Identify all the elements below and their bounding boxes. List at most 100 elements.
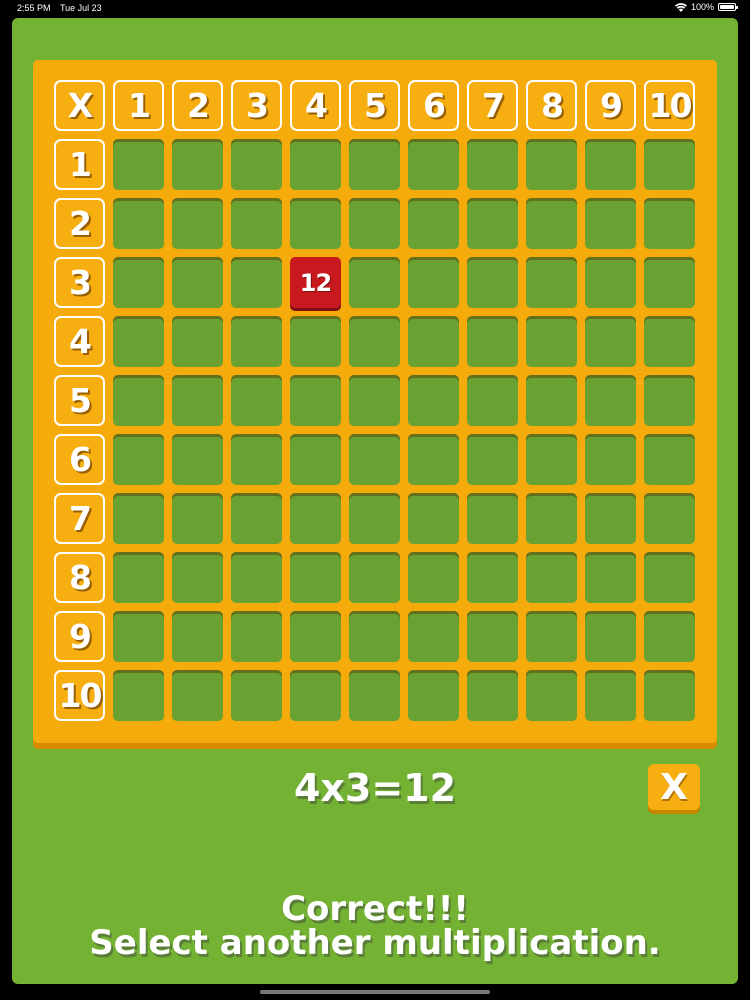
grid-slot[interactable] xyxy=(231,493,282,544)
grid-slot[interactable] xyxy=(172,434,223,485)
grid-slot[interactable] xyxy=(349,552,400,603)
grid-slot[interactable] xyxy=(585,375,636,426)
grid-slot[interactable] xyxy=(172,493,223,544)
grid-slot[interactable] xyxy=(644,316,695,367)
grid-slot[interactable] xyxy=(349,493,400,544)
grid-slot[interactable] xyxy=(526,493,577,544)
grid-slot[interactable] xyxy=(467,257,518,308)
grid-slot[interactable] xyxy=(349,434,400,485)
close-button[interactable]: X xyxy=(648,764,700,810)
grid-slot[interactable] xyxy=(349,611,400,662)
grid-slot[interactable] xyxy=(231,670,282,721)
grid-slot[interactable] xyxy=(644,611,695,662)
grid-slot[interactable] xyxy=(231,434,282,485)
grid-slot[interactable] xyxy=(113,493,164,544)
grid-slot[interactable] xyxy=(113,316,164,367)
grid-slot[interactable] xyxy=(172,139,223,190)
grid-slot[interactable] xyxy=(644,434,695,485)
grid-slot[interactable] xyxy=(585,552,636,603)
grid-slot[interactable] xyxy=(408,257,459,308)
grid-slot[interactable] xyxy=(113,198,164,249)
grid-slot[interactable] xyxy=(231,375,282,426)
grid-slot[interactable] xyxy=(231,257,282,308)
grid-slot[interactable] xyxy=(290,493,341,544)
grid-slot[interactable] xyxy=(526,198,577,249)
grid-slot[interactable] xyxy=(467,139,518,190)
grid-slot[interactable] xyxy=(644,670,695,721)
grid-slot[interactable] xyxy=(467,552,518,603)
grid-slot[interactable] xyxy=(172,611,223,662)
grid-slot[interactable] xyxy=(172,198,223,249)
grid-slot[interactable] xyxy=(526,611,577,662)
grid-slot[interactable] xyxy=(113,670,164,721)
grid-slot[interactable] xyxy=(290,434,341,485)
grid-slot[interactable] xyxy=(408,493,459,544)
grid-slot[interactable] xyxy=(172,257,223,308)
grid-slot[interactable] xyxy=(290,375,341,426)
grid-slot[interactable] xyxy=(467,493,518,544)
grid-slot[interactable] xyxy=(349,670,400,721)
grid-slot[interactable] xyxy=(408,375,459,426)
grid-slot[interactable] xyxy=(113,552,164,603)
grid-slot[interactable] xyxy=(585,198,636,249)
grid-slot[interactable] xyxy=(290,198,341,249)
grid-slot[interactable] xyxy=(644,375,695,426)
grid-slot[interactable] xyxy=(113,434,164,485)
grid-slot[interactable] xyxy=(408,198,459,249)
grid-slot[interactable] xyxy=(408,611,459,662)
grid-slot[interactable] xyxy=(585,139,636,190)
grid-slot[interactable] xyxy=(644,198,695,249)
grid-slot[interactable] xyxy=(644,139,695,190)
grid-slot[interactable] xyxy=(526,139,577,190)
grid-slot[interactable] xyxy=(585,611,636,662)
grid-slot[interactable] xyxy=(526,316,577,367)
grid-slot[interactable] xyxy=(467,434,518,485)
grid-slot[interactable] xyxy=(408,139,459,190)
grid-slot[interactable] xyxy=(526,434,577,485)
grid-slot[interactable] xyxy=(585,316,636,367)
grid-slot[interactable] xyxy=(467,670,518,721)
grid-slot[interactable] xyxy=(349,316,400,367)
grid-slot[interactable] xyxy=(526,670,577,721)
grid-slot[interactable] xyxy=(113,257,164,308)
grid-slot[interactable] xyxy=(467,375,518,426)
grid-slot[interactable] xyxy=(231,316,282,367)
grid-slot[interactable] xyxy=(408,552,459,603)
grid-slot[interactable] xyxy=(467,198,518,249)
grid-slot[interactable] xyxy=(172,670,223,721)
grid-slot[interactable] xyxy=(585,434,636,485)
grid-slot[interactable] xyxy=(290,316,341,367)
grid-slot[interactable] xyxy=(231,198,282,249)
grid-slot[interactable] xyxy=(467,316,518,367)
grid-slot[interactable] xyxy=(526,257,577,308)
grid-slot[interactable] xyxy=(644,493,695,544)
grid-slot[interactable] xyxy=(349,375,400,426)
grid-slot[interactable] xyxy=(113,611,164,662)
grid-slot[interactable] xyxy=(644,257,695,308)
grid-slot[interactable] xyxy=(644,552,695,603)
grid-slot[interactable] xyxy=(290,670,341,721)
grid-slot[interactable] xyxy=(290,552,341,603)
grid-slot[interactable] xyxy=(113,139,164,190)
grid-slot[interactable] xyxy=(172,552,223,603)
grid-slot[interactable] xyxy=(467,611,518,662)
grid-slot[interactable] xyxy=(408,434,459,485)
grid-slot[interactable] xyxy=(408,670,459,721)
answer-tile[interactable]: 12 xyxy=(290,257,341,308)
grid-slot[interactable] xyxy=(349,139,400,190)
grid-slot[interactable] xyxy=(290,139,341,190)
grid-slot[interactable] xyxy=(408,316,459,367)
grid-slot[interactable] xyxy=(526,375,577,426)
grid-slot[interactable] xyxy=(231,552,282,603)
grid-slot[interactable] xyxy=(585,670,636,721)
grid-slot[interactable] xyxy=(172,316,223,367)
grid-slot[interactable] xyxy=(231,139,282,190)
grid-slot[interactable] xyxy=(231,611,282,662)
grid-slot[interactable] xyxy=(349,198,400,249)
grid-slot[interactable] xyxy=(113,375,164,426)
grid-slot[interactable] xyxy=(290,611,341,662)
grid-slot[interactable] xyxy=(349,257,400,308)
grid-slot[interactable] xyxy=(526,552,577,603)
grid-slot[interactable] xyxy=(585,493,636,544)
grid-slot[interactable] xyxy=(585,257,636,308)
